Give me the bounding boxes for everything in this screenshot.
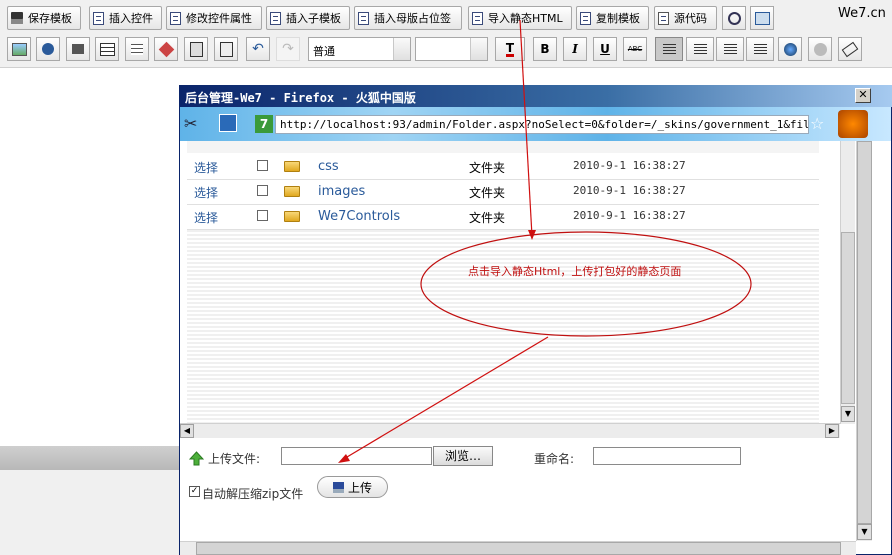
- annotation-ellipse: [420, 231, 752, 337]
- annotation-overlay: [338, 19, 752, 463]
- arrow-line-top: [519, 19, 533, 237]
- annotation-text: 点击导入静态Html，上传打包好的静态页面: [468, 265, 682, 278]
- arrow-head-bottom: [338, 454, 350, 463]
- arrow-line-bottom: [341, 336, 549, 461]
